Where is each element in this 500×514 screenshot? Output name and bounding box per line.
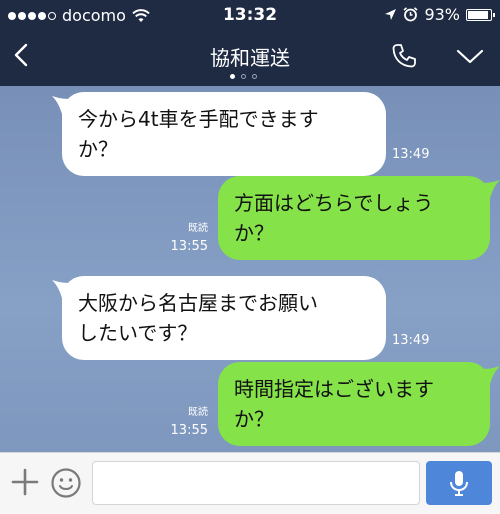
battery-percent: 93% bbox=[424, 5, 460, 24]
location-arrow-icon bbox=[385, 9, 397, 20]
emoji-icon[interactable] bbox=[50, 467, 82, 499]
bubble-tail bbox=[52, 96, 74, 114]
message-meta: 13:49 bbox=[392, 332, 429, 350]
message-bubble[interactable]: 今から4t車を手配できます か？ bbox=[62, 92, 386, 176]
page-indicator bbox=[230, 74, 257, 79]
message-outgoing: 方面はどちらでしょう か？ bbox=[218, 176, 500, 260]
chat-header: 協和運送 bbox=[0, 30, 500, 86]
alarm-icon bbox=[403, 7, 418, 22]
read-receipt: 既読 bbox=[188, 223, 208, 234]
bubble-tail bbox=[478, 180, 500, 198]
message-bubble[interactable]: 大阪から名古屋までお願い したいです？ bbox=[62, 276, 386, 360]
chat-title: 協和運送 bbox=[210, 46, 290, 70]
status-right-group: 93% bbox=[384, 5, 495, 24]
message-time: 13:55 bbox=[170, 239, 208, 254]
page-dot bbox=[252, 74, 257, 79]
battery-level-fill bbox=[468, 10, 488, 19]
message-incoming: 大阪から名古屋までお願い したいです？ bbox=[52, 276, 386, 360]
message-line: 方面はどちらでしょう bbox=[234, 191, 434, 215]
phone-icon[interactable] bbox=[390, 42, 418, 70]
message-list[interactable]: 今から4t車を手配できます か？ 13:49 方面はどちらでしょう か？ 既読 … bbox=[0, 86, 500, 452]
microphone-icon bbox=[450, 471, 468, 496]
message-bubble[interactable]: 時間指定はございます か？ bbox=[218, 362, 490, 446]
battery-icon bbox=[466, 8, 495, 21]
bubble-tail bbox=[52, 280, 74, 298]
message-meta: 既読 13:55 bbox=[164, 404, 208, 440]
message-time: 13:49 bbox=[392, 333, 430, 348]
message-line: 時間指定はございます bbox=[234, 377, 434, 401]
message-line: 今から4t車を手配できます bbox=[78, 107, 319, 131]
message-meta: 13:49 bbox=[392, 146, 429, 164]
message-incoming: 今から4t車を手配できます か？ bbox=[52, 92, 386, 176]
message-input[interactable] bbox=[92, 461, 420, 505]
status-bar: docomo 13:32 93% bbox=[0, 0, 500, 30]
message-line: か？ bbox=[234, 221, 274, 245]
page-dot bbox=[241, 74, 246, 79]
message-time: 13:49 bbox=[392, 147, 430, 162]
page-dot bbox=[230, 74, 235, 79]
message-input-bar bbox=[0, 452, 500, 514]
message-bubble[interactable]: 方面はどちらでしょう か？ bbox=[218, 176, 490, 260]
message-line: か？ bbox=[78, 137, 118, 161]
read-receipt: 既読 bbox=[188, 407, 208, 418]
message-line: 大阪から名古屋までお願い bbox=[78, 291, 318, 315]
chevron-down-icon[interactable] bbox=[454, 42, 486, 70]
message-time: 13:55 bbox=[170, 423, 208, 438]
message-meta: 既読 13:55 bbox=[164, 220, 208, 256]
voice-input-button[interactable] bbox=[426, 461, 492, 505]
message-line: か？ bbox=[234, 407, 274, 431]
message-outgoing: 時間指定はございます か？ bbox=[218, 362, 500, 446]
plus-icon[interactable] bbox=[10, 467, 40, 497]
bubble-tail bbox=[478, 366, 500, 384]
message-line: したいです？ bbox=[78, 321, 198, 345]
